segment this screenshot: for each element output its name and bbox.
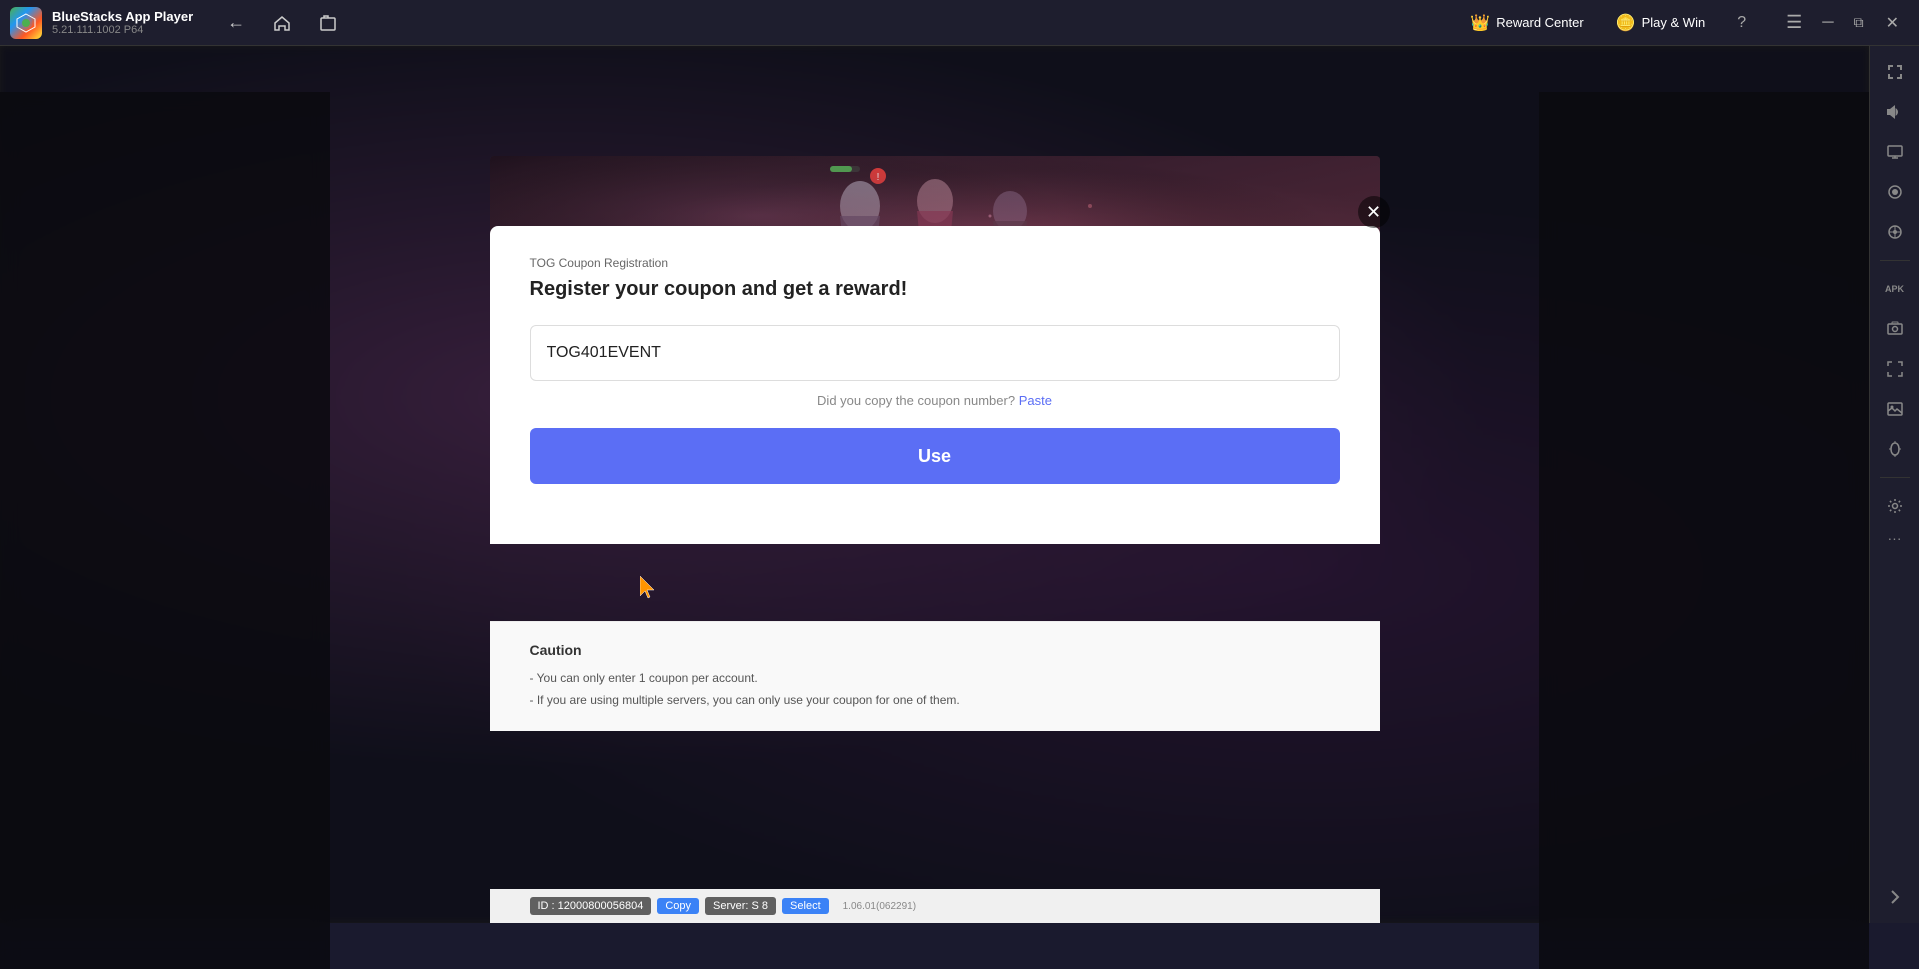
use-coupon-button[interactable]: Use [530, 428, 1340, 484]
caution-text: - You can only enter 1 coupon per accoun… [530, 668, 1340, 711]
back-button[interactable]: ← [223, 8, 249, 37]
bottom-info-bar: ID : 12000800056804 Copy Server: S 8 Sel… [490, 889, 1380, 923]
right-panel [1539, 92, 1869, 969]
home-button[interactable] [269, 10, 295, 36]
more-options[interactable]: ··· [1888, 530, 1902, 546]
help-button[interactable]: ? [1729, 10, 1754, 36]
copy-id-button[interactable]: Copy [657, 898, 699, 914]
select-server-button[interactable]: Select [782, 898, 829, 914]
screenshot-icon[interactable] [1879, 313, 1911, 345]
dialog-title: Register your coupon and get a reward! [530, 278, 1340, 301]
app-name: BlueStacks App Player [52, 9, 193, 24]
title-bar-nav: ← [223, 8, 341, 37]
dialog-subtitle: TOG Coupon Registration [530, 256, 1340, 270]
apk-icon[interactable]: APK [1879, 273, 1911, 305]
app-info: BlueStacks App Player 5.21.111.1002 P64 [52, 9, 193, 36]
svg-text:!: ! [876, 172, 879, 183]
minimize-button[interactable]: ─ [1814, 10, 1841, 36]
maximize-button[interactable]: ⧉ [1846, 10, 1872, 35]
server-badge: Server: S 8 [705, 897, 776, 915]
app-version: 5.21.111.1002 P64 [52, 24, 193, 36]
play-win-label: Play & Win [1642, 15, 1706, 30]
caution-line-2: - If you are using multiple servers, you… [530, 690, 1340, 712]
main-area: ! ✕ TOG Coupon Registration Register you… [0, 46, 1919, 923]
coupon-input[interactable] [530, 325, 1340, 381]
title-bar: BlueStacks App Player 5.21.111.1002 P64 … [0, 0, 1919, 46]
close-icon: ✕ [1366, 202, 1381, 223]
sidebar-divider-2 [1880, 477, 1910, 478]
reward-center-button[interactable]: 👑 Reward Center [1462, 9, 1591, 37]
id-badge: ID : 12000800056804 [530, 897, 652, 915]
crown-icon: 👑 [1470, 13, 1490, 33]
right-sidebar: APK ··· [1869, 46, 1919, 923]
help-icon: ? [1737, 14, 1746, 31]
caution-title: Caution [530, 642, 1340, 658]
reward-center-label: Reward Center [1496, 15, 1583, 30]
caution-line-1: - You can only enter 1 coupon per accoun… [530, 668, 1340, 690]
settings-icon[interactable] [1879, 490, 1911, 522]
coupon-dialog: ✕ TOG Coupon Registration Register your … [490, 226, 1380, 544]
record-icon[interactable] [1879, 176, 1911, 208]
coin-icon: 🪙 [1616, 13, 1636, 33]
menu-button[interactable]: ☰ [1778, 8, 1810, 37]
close-button[interactable]: ✕ [1876, 9, 1909, 37]
tv-icon[interactable] [1879, 136, 1911, 168]
paste-link[interactable]: Paste [1019, 393, 1052, 408]
window-controls: ☰ ─ ⧉ ✕ [1778, 8, 1909, 37]
left-panel [0, 92, 330, 969]
resize-icon[interactable] [1879, 353, 1911, 385]
image-icon[interactable] [1879, 393, 1911, 425]
location-icon[interactable] [1879, 216, 1911, 248]
id-info: ID : 12000800056804 Copy Server: S 8 Sel… [530, 897, 917, 915]
gesture-icon[interactable] [1879, 433, 1911, 465]
bluestacks-logo [10, 7, 42, 39]
expand-icon[interactable] [1879, 56, 1911, 88]
tabs-button[interactable] [315, 10, 341, 36]
paste-hint-text: Did you copy the coupon number? Paste [530, 393, 1340, 408]
sidebar-divider-1 [1880, 260, 1910, 261]
title-bar-left: BlueStacks App Player 5.21.111.1002 P64 … [10, 7, 1462, 39]
title-bar-right: 👑 Reward Center 🪙 Play & Win ? ☰ ─ ⧉ ✕ [1462, 8, 1909, 37]
chevron-right-icon[interactable] [1879, 881, 1911, 913]
play-win-button[interactable]: 🪙 Play & Win [1608, 9, 1714, 37]
version-text: 1.06.01(062291) [843, 901, 916, 912]
volume-icon[interactable] [1879, 96, 1911, 128]
dialog-close-button[interactable]: ✕ [1358, 196, 1390, 228]
caution-section: Caution - You can only enter 1 coupon pe… [490, 621, 1380, 731]
